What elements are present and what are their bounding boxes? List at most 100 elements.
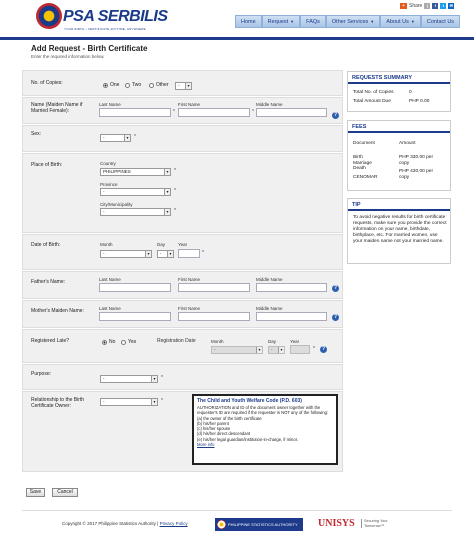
registered-late-no-label: No: [109, 339, 116, 345]
last-name-input[interactable]: [99, 108, 171, 117]
copies-other-select[interactable]: - ▾: [175, 82, 192, 90]
fees-col-amount: Amount: [399, 141, 416, 146]
email-icon[interactable]: ✉: [448, 3, 455, 9]
help-icon[interactable]: ?: [332, 314, 339, 321]
copies-option-one[interactable]: One: [103, 82, 119, 88]
twitter-icon[interactable]: t: [440, 3, 447, 9]
psa-badge-text: PHILIPPINE STATISTICS AUTHORITY: [228, 522, 298, 527]
nav-request-label: Request: [267, 18, 289, 25]
registered-late-row: Registered Late? No Yes Registration Dat…: [22, 329, 343, 363]
dob-month-value: -: [103, 251, 105, 256]
nav-home[interactable]: Home: [235, 15, 262, 28]
help-icon[interactable]: ?: [320, 346, 327, 353]
chevron-down-icon: ▾: [164, 189, 170, 195]
share-bar: + Share | f t ✉: [400, 3, 455, 9]
mother-last-name-input[interactable]: [99, 312, 171, 321]
chevron-down-icon: ▾: [185, 83, 191, 89]
privacy-policy-link[interactable]: Privacy Policy: [160, 521, 188, 526]
name-label: Name (Maiden Name if Married Female):: [31, 102, 83, 114]
psa-badge[interactable]: PHILIPPINE STATISTICS AUTHORITY: [215, 518, 303, 531]
fees-row2-amount: PHP 430.00 per copy: [399, 169, 434, 180]
father-row: Father's Name: Last Name First Name Midd…: [22, 271, 343, 299]
copies-option-two[interactable]: Two: [125, 82, 141, 88]
province-select[interactable]: - ▾: [100, 188, 171, 196]
required-mark: *: [174, 188, 176, 194]
help-icon[interactable]: ?: [332, 285, 339, 292]
chevron-down-icon: ▾: [124, 135, 130, 141]
name-first-label: First Name: [178, 102, 201, 107]
relationship-select[interactable]: - ▾: [100, 398, 158, 406]
copies-option-one-label: One: [110, 82, 120, 88]
caret-down-icon: ▼: [370, 19, 375, 24]
city-select[interactable]: - ▾: [100, 208, 171, 216]
dob-year-input[interactable]: [178, 249, 200, 258]
mother-middle-name-input[interactable]: [256, 312, 327, 321]
nav-faqs-label: FAQs: [306, 18, 320, 25]
cancel-button[interactable]: Cancel: [52, 488, 78, 497]
required-mark: *: [252, 109, 254, 115]
dob-day-select[interactable]: - ▾: [157, 250, 174, 258]
nav-faqs[interactable]: FAQs: [300, 15, 326, 28]
copies-option-two-label: Two: [132, 82, 142, 88]
middle-name-input[interactable]: [256, 108, 327, 117]
name-row: Name (Maiden Name if Married Female): La…: [22, 97, 343, 124]
country-value: PHILIPPINES: [103, 169, 131, 174]
nav-contact-us[interactable]: Contact Us: [420, 15, 461, 28]
total-amount-label: Total Amount Due: [353, 99, 391, 104]
relationship-label: Relationship to the Birth Certificate Ow…: [31, 397, 85, 409]
save-button[interactable]: Save: [26, 488, 45, 497]
reg-month-label: Month: [211, 339, 224, 344]
registered-late-yes-label: Yes: [128, 339, 137, 345]
mother-first-name-input[interactable]: [178, 312, 250, 321]
nav-other-services-label: Other Services: [331, 18, 369, 25]
date-of-birth-label: Date of Birth:: [31, 242, 61, 248]
reg-month-select[interactable]: - ▾: [211, 346, 263, 354]
first-name-input[interactable]: [178, 108, 250, 117]
help-icon[interactable]: ?: [332, 112, 339, 119]
sex-select[interactable]: - ▾: [100, 134, 131, 142]
required-mark: *: [173, 109, 175, 115]
total-copies-value: 0: [409, 90, 412, 95]
copyright-text: Copyright © 2017 Philippine Statistics A…: [62, 521, 159, 526]
dob-month-select[interactable]: - ▾: [100, 250, 152, 258]
total-amount-value: PHP 0.00: [409, 99, 430, 104]
more-info-link[interactable]: More info: [197, 442, 214, 447]
father-middle-name-input[interactable]: [256, 283, 327, 292]
registered-late-yes[interactable]: Yes: [121, 339, 136, 345]
site-logo-text[interactable]: PSA SERBILIS: [63, 8, 168, 26]
nav-request[interactable]: Request ▼: [261, 15, 301, 28]
mother-first-label: First Name: [178, 306, 201, 311]
footer-copyright: Copyright © 2017 Philippine Statistics A…: [62, 521, 188, 526]
father-first-label: First Name: [178, 277, 201, 282]
father-first-name-input[interactable]: [178, 283, 250, 292]
country-select[interactable]: PHILIPPINES ▾: [100, 168, 171, 176]
tip-panel: TIP To avoid negative results for birth …: [347, 198, 451, 264]
share-label[interactable]: Share: [409, 3, 422, 9]
psa-seal-logo[interactable]: [36, 3, 62, 29]
reg-month-value: -: [214, 347, 216, 352]
dob-month-label: Month: [100, 242, 113, 247]
facebook-icon[interactable]: f: [432, 3, 439, 9]
province-label: Province: [100, 182, 118, 187]
chevron-down-icon: ▾: [145, 251, 151, 257]
place-of-birth-label: Place of Birth:: [31, 162, 63, 168]
share-plus-icon[interactable]: +: [400, 3, 407, 9]
purpose-select[interactable]: - ▾: [100, 375, 158, 383]
nav-other-services[interactable]: Other Services ▼: [325, 15, 381, 28]
chevron-down-icon: ▾: [151, 376, 157, 382]
unisys-logo[interactable]: UNISYS: [318, 518, 355, 529]
fees-title: FEES: [348, 121, 450, 133]
reg-day-select[interactable]: - ▾: [268, 346, 285, 354]
purpose-row: Purpose: - ▾ *: [22, 364, 343, 390]
mother-row: Mother's Maiden Name: Last Name First Na…: [22, 300, 343, 328]
header-rule: [0, 37, 474, 40]
purpose-value: -: [103, 376, 105, 381]
required-mark: *: [134, 134, 136, 140]
reg-year-input[interactable]: [290, 345, 310, 354]
registered-late-no[interactable]: No: [102, 339, 115, 345]
nav-about-us[interactable]: About Us ▼: [380, 15, 421, 28]
place-of-birth-row: Place of Birth: Country PHILIPPINES ▾ * P…: [22, 153, 343, 233]
fees-panel: FEES Document Amount Birth Marriage Deat…: [347, 120, 451, 191]
copies-option-other[interactable]: Other: [149, 82, 169, 88]
father-last-name-input[interactable]: [99, 283, 171, 292]
